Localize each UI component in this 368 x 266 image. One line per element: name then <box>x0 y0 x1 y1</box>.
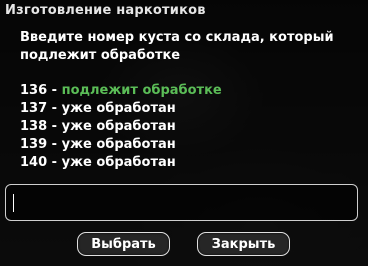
close-button[interactable]: Закрыть <box>197 232 290 256</box>
item-number: 136 <box>20 83 48 98</box>
item-status: уже обработан <box>61 101 176 116</box>
item-number: 137 <box>20 101 48 116</box>
dialog-title: Изготовление наркотиков <box>5 3 206 18</box>
bush-number-input[interactable] <box>5 184 358 221</box>
item-separator: - <box>47 101 62 116</box>
item-status: уже обработан <box>61 137 176 152</box>
item-number: 138 <box>20 119 48 134</box>
list-item: 138 - уже обработан <box>20 118 360 136</box>
item-status: подлежит обработке <box>61 83 222 98</box>
item-separator: - <box>47 137 62 152</box>
item-separator: - <box>47 83 62 98</box>
dialog-prompt: Введите номер куста со склада, который п… <box>20 30 334 63</box>
item-number: 140 <box>20 155 48 170</box>
item-status: уже обработан <box>61 119 176 134</box>
list-item: 137 - уже обработан <box>20 100 360 118</box>
bush-list: 136 - подлежит обработке 137 - уже обраб… <box>20 82 360 172</box>
input-dialog: Изготовление наркотиков Введите номер ку… <box>0 0 368 266</box>
item-separator: - <box>47 155 62 170</box>
select-button[interactable]: Выбрать <box>77 232 170 256</box>
list-item: 136 - подлежит обработке <box>20 82 360 100</box>
item-status: уже обработан <box>61 155 176 170</box>
item-number: 139 <box>20 137 48 152</box>
item-separator: - <box>47 119 62 134</box>
list-item: 139 - уже обработан <box>20 136 360 154</box>
text-caret <box>13 194 14 212</box>
list-item: 140 - уже обработан <box>20 154 360 172</box>
